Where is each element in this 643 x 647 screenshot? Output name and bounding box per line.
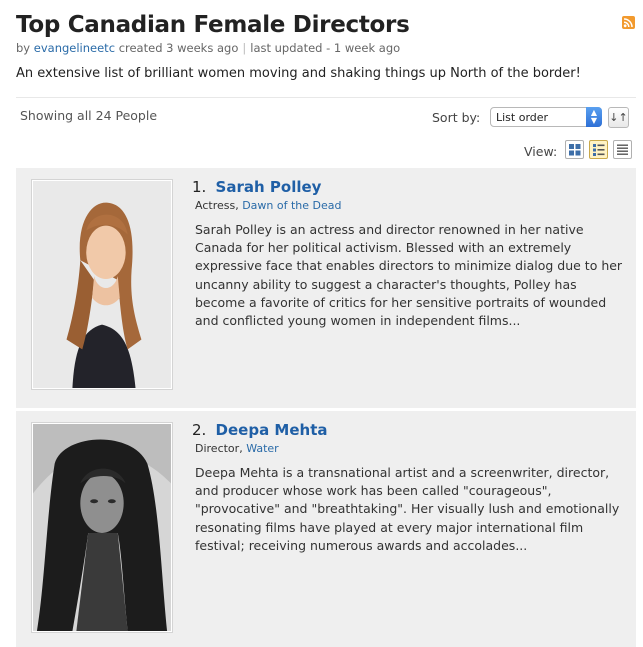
- view-label: View:: [524, 144, 558, 159]
- view-grid-button[interactable]: [565, 140, 584, 159]
- person-heading: 2. Deepa Mehta: [192, 421, 328, 439]
- person-role: Director, Water: [195, 442, 279, 455]
- person-bio: Deepa Mehta is a transnational artist an…: [195, 465, 620, 553]
- updated-date: last updated - 1 week ago: [250, 41, 401, 55]
- compact-list-icon: [617, 144, 628, 155]
- person-role: Actress, Dawn of the Dead: [195, 199, 342, 212]
- list-item: 1. Sarah Polley Actress, Dawn of the Dea…: [16, 168, 636, 408]
- grid-icon: [569, 144, 581, 156]
- sort-direction-button[interactable]: ↓↑: [608, 107, 629, 128]
- byline-prefix: by: [16, 41, 31, 55]
- sort-select-value: List order: [496, 111, 549, 124]
- role-label: Director,: [195, 442, 243, 455]
- sort-select[interactable]: List order ▲ ▼: [490, 107, 602, 127]
- select-arrows-icon: ▲ ▼: [586, 107, 602, 127]
- person-name-link[interactable]: Deepa Mehta: [216, 421, 328, 439]
- person-number: 2.: [192, 421, 207, 439]
- list-controls: Showing all 24 People Sort by: List orde…: [16, 97, 636, 167]
- detail-list-icon: [593, 144, 605, 156]
- created-date: created 3 weeks ago: [118, 41, 239, 55]
- person-number: 1.: [192, 178, 207, 196]
- sort-direction-icon: ↓↑: [609, 111, 628, 124]
- author-link[interactable]: evangelineetc: [34, 41, 115, 55]
- byline: by evangelineetc created 3 weeks ago | las…: [16, 41, 400, 55]
- role-label: Actress,: [195, 199, 239, 212]
- known-for-link[interactable]: Dawn of the Dead: [242, 199, 341, 212]
- view-detail-button[interactable]: [589, 140, 608, 159]
- rss-feed-icon[interactable]: [622, 16, 635, 29]
- page-title: Top Canadian Female Directors: [16, 12, 410, 38]
- person-heading: 1. Sarah Polley: [192, 178, 321, 196]
- sort-label: Sort by:: [432, 110, 481, 125]
- view-compact-button[interactable]: [613, 140, 632, 159]
- list-description: An extensive list of brilliant women mov…: [16, 66, 581, 81]
- result-count: Showing all 24 People: [20, 108, 158, 123]
- person-name-link[interactable]: Sarah Polley: [216, 178, 322, 196]
- person-bio: Sarah Polley is an actress and director …: [195, 222, 623, 329]
- person-photo[interactable]: [31, 179, 173, 390]
- person-photo[interactable]: [31, 422, 173, 633]
- list-item: 2. Deepa Mehta Director, Water Deepa Meh…: [16, 411, 636, 647]
- known-for-link[interactable]: Water: [246, 442, 279, 455]
- byline-divider: |: [242, 41, 247, 55]
